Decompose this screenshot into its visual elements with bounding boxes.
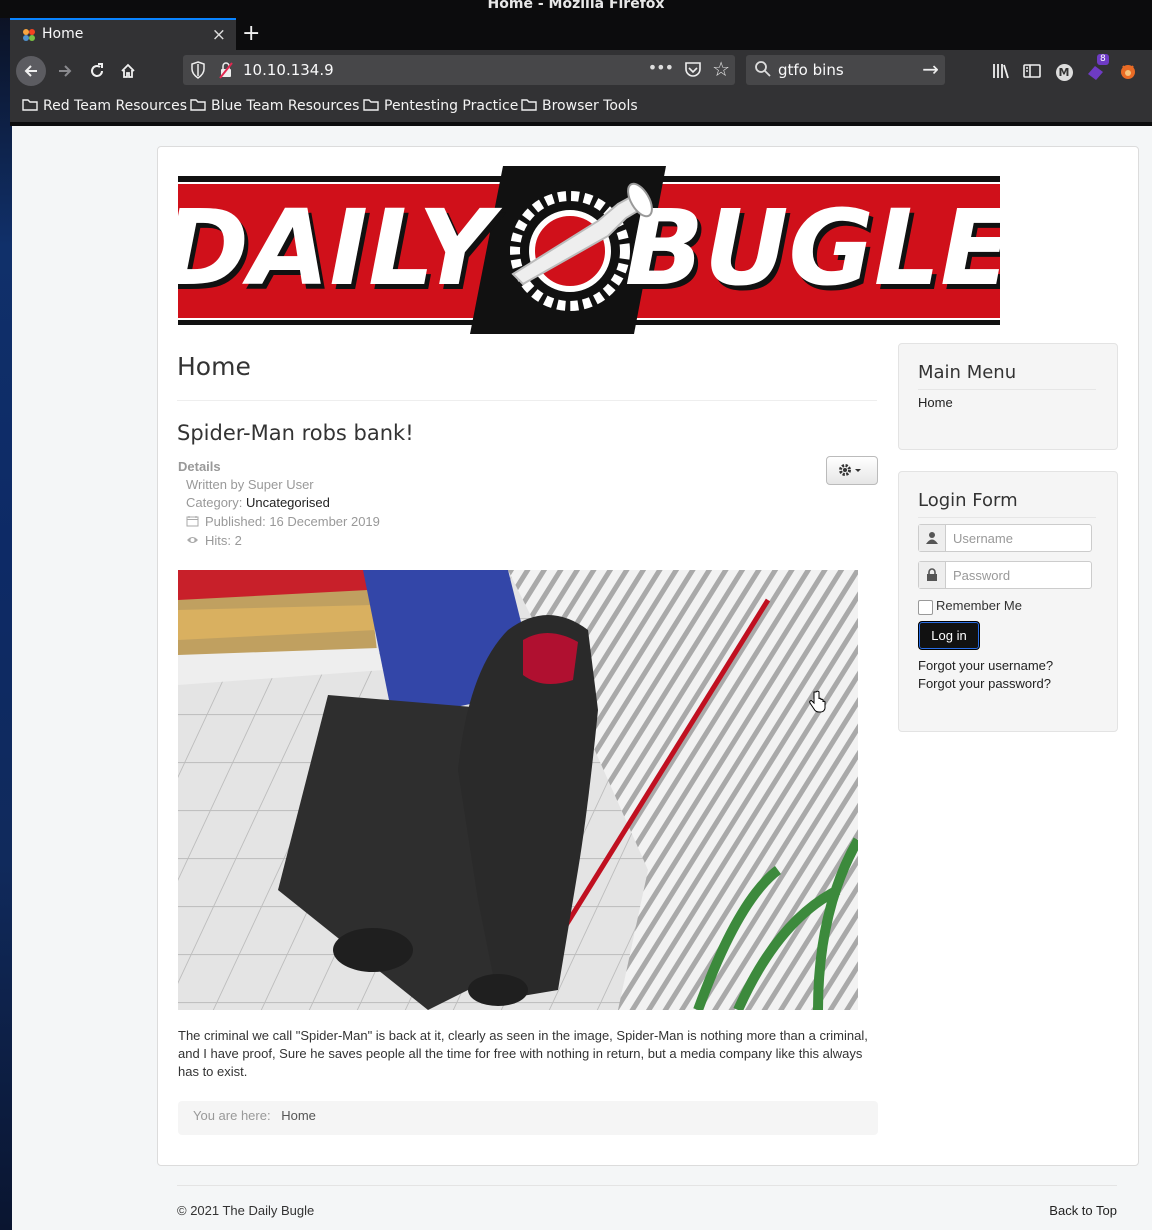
foxyproxy-icon[interactable] — [1117, 60, 1139, 82]
article-category: Category: Uncategorised — [186, 495, 330, 510]
reload-button[interactable] — [82, 56, 112, 86]
category-label: Category: — [186, 495, 246, 510]
article-author: Written by Super User — [186, 477, 314, 492]
remember-me-checkbox[interactable] — [918, 600, 933, 615]
tab-strip: Home × + — [10, 18, 1152, 50]
url-bar[interactable]: 10.10.134.9 ••• ☆ — [183, 55, 735, 85]
new-tab-button[interactable]: + — [242, 21, 260, 46]
eye-icon — [187, 537, 198, 543]
forgot-username-link[interactable]: Forgot your username? — [918, 658, 1053, 673]
daily-bugle-logo[interactable]: DAILY DAILY BUGLE BUGLE — [178, 166, 1000, 334]
remember-me[interactable]: Remember Me — [918, 598, 1022, 615]
article-title[interactable]: Spider-Man robs bank! — [177, 421, 414, 445]
user-icon — [919, 525, 946, 551]
page-actions-icon[interactable]: ••• — [648, 58, 674, 77]
bookmark-label: Pentesting Practice — [384, 98, 519, 114]
reload-icon — [91, 63, 103, 77]
article-body: The criminal we call "Spider-Man" is bac… — [178, 1028, 868, 1079]
lock-icon — [919, 562, 946, 588]
search-icon — [755, 61, 771, 77]
bookmark-folder-pentesting[interactable]: Pentesting Practice — [363, 98, 518, 114]
folder-icon — [521, 99, 537, 111]
caret-down-icon — [855, 469, 861, 472]
article-tools-button[interactable] — [826, 456, 878, 485]
account-avatar-icon[interactable]: M — [1053, 60, 1075, 82]
username-input[interactable] — [947, 525, 1091, 551]
arrow-left-icon — [24, 65, 37, 77]
module-divider — [918, 389, 1096, 390]
pocket-icon[interactable] — [684, 60, 702, 78]
bookmark-label: Browser Tools — [542, 98, 638, 114]
url-text[interactable]: 10.10.134.9 — [243, 61, 334, 79]
bookmark-folder-browser-tools[interactable]: Browser Tools — [521, 98, 638, 114]
module-divider — [918, 517, 1096, 518]
tab-label: Home — [42, 26, 84, 42]
published-text: Published: 16 December 2019 — [205, 514, 380, 529]
breadcrumb: You are here: Home — [178, 1101, 878, 1135]
calendar-icon — [186, 516, 199, 527]
tab-home[interactable]: Home × — [10, 18, 236, 50]
back-to-top-link[interactable]: Back to Top — [1049, 1203, 1117, 1218]
footer-divider — [177, 1185, 1117, 1186]
account-letter: M — [1055, 64, 1073, 81]
desktop-background — [0, 0, 12, 1230]
category-link[interactable]: Uncategorised — [246, 495, 330, 510]
bookmark-label: Red Team Resources — [43, 98, 187, 114]
article-hits: Hits: 2 — [186, 533, 242, 548]
search-input[interactable]: gtfo bins — [778, 61, 844, 79]
back-button[interactable] — [16, 56, 46, 86]
bookmark-folder-blue-team[interactable]: Blue Team Resources — [190, 98, 359, 114]
main-menu-module: Main Menu Home — [898, 343, 1118, 450]
hand-cursor-icon — [809, 690, 826, 713]
page-title: Home — [177, 352, 251, 381]
hits-text: Hits: 2 — [205, 533, 242, 548]
navigation-toolbar: 10.10.134.9 ••• ☆ gtfo bins → M 8 — [10, 52, 1152, 92]
username-field[interactable] — [918, 524, 1092, 552]
browser-chrome: Home × + 10.10.134.9 ••• ☆ gtfo bins → M… — [10, 18, 1152, 126]
bookmarks-toolbar: Red Team Resources Blue Team Resources P… — [10, 94, 1152, 122]
page-header: Home — [177, 352, 877, 401]
article-image — [178, 570, 858, 1010]
window-title: Home - Mozilla Firefox — [487, 0, 665, 12]
extension-badge: 8 — [1097, 54, 1109, 65]
bookmark-folder-red-team[interactable]: Red Team Resources — [22, 98, 187, 114]
extension-icon[interactable]: 8 — [1085, 54, 1109, 82]
insecure-lock-icon[interactable] — [219, 61, 233, 79]
window-titlebar: Home - Mozilla Firefox — [0, 0, 1152, 18]
main-menu-title: Main Menu — [918, 362, 1017, 383]
menu-item-home[interactable]: Home — [918, 395, 953, 410]
folder-icon — [363, 99, 379, 111]
tab-close-icon[interactable]: × — [212, 25, 226, 45]
logo-word-bugle: BUGLE — [625, 187, 1000, 309]
home-button[interactable] — [113, 56, 143, 86]
gear-icon — [839, 464, 861, 476]
bookmark-star-icon[interactable]: ☆ — [712, 57, 730, 81]
details-label: Details — [178, 459, 221, 474]
article-published: Published: 16 December 2019 — [186, 514, 380, 529]
home-icon — [121, 63, 135, 78]
bookmark-label: Blue Team Resources — [211, 98, 360, 114]
joomla-favicon-icon — [23, 29, 35, 41]
folder-icon — [22, 99, 38, 111]
password-input[interactable] — [947, 562, 1091, 588]
forward-button[interactable] — [50, 56, 80, 86]
breadcrumb-label: You are here: — [193, 1108, 271, 1123]
logo-word-daily: DAILY — [178, 187, 503, 309]
sidebar-icon[interactable] — [1021, 60, 1043, 82]
login-form-title: Login Form — [918, 490, 1018, 511]
folder-icon — [190, 99, 206, 111]
footer-copyright: © 2021 The Daily Bugle — [177, 1203, 315, 1218]
breadcrumb-current: Home — [281, 1108, 316, 1123]
search-bar[interactable]: gtfo bins → — [746, 55, 945, 85]
arrow-right-icon — [59, 65, 72, 77]
library-icon[interactable] — [990, 60, 1012, 82]
search-go-icon[interactable]: → — [922, 57, 939, 81]
tracking-shield-icon[interactable] — [191, 61, 205, 79]
login-button[interactable]: Log in — [918, 621, 980, 650]
remember-me-label: Remember Me — [936, 598, 1022, 613]
forgot-password-link[interactable]: Forgot your password? — [918, 676, 1051, 691]
password-field[interactable] — [918, 561, 1092, 589]
login-form-module: Login Form Remember Me Log in Forgot you… — [898, 471, 1118, 732]
